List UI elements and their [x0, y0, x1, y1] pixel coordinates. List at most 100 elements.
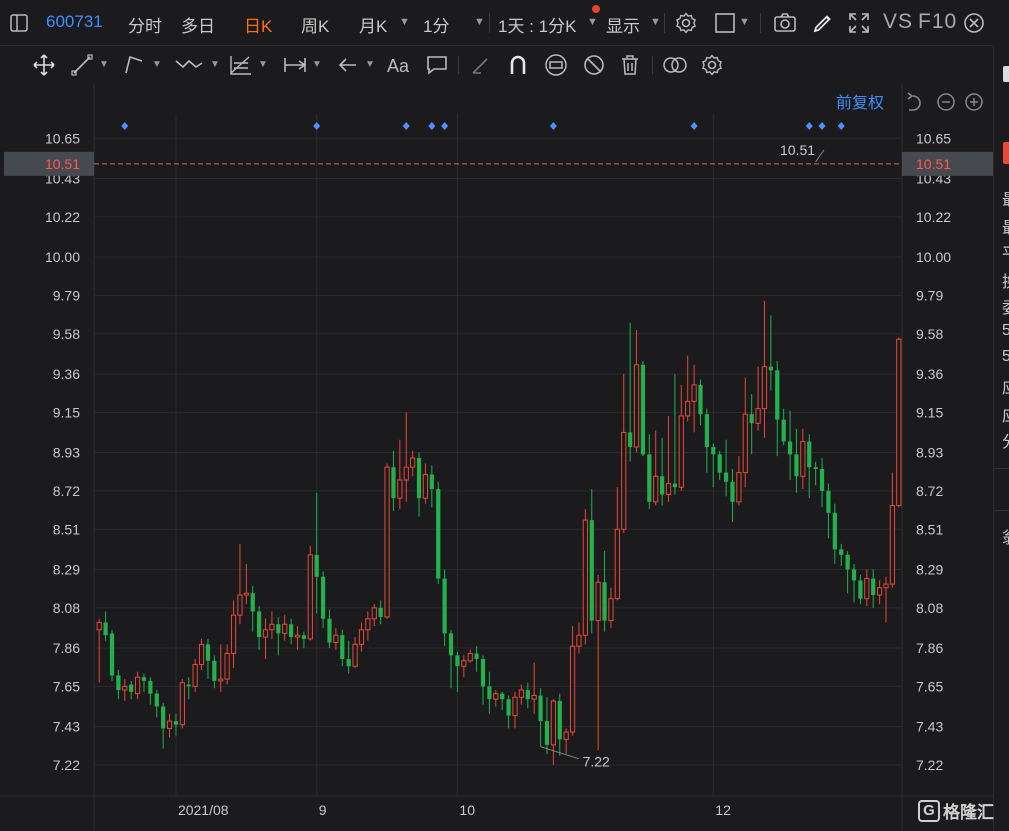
hide-drawings-icon[interactable] [582, 53, 606, 77]
panel-label: 5 [1002, 348, 1009, 365]
candle-body [864, 578, 870, 600]
y-tick-label: 9.15 [53, 404, 80, 420]
candle-body [653, 475, 659, 503]
candle-body [749, 414, 754, 424]
candle-body [685, 400, 691, 417]
candle-body [896, 338, 902, 507]
ray-tool-icon[interactable] [122, 53, 146, 77]
y-tick-label: 7.86 [53, 640, 80, 656]
candle-body [257, 611, 262, 638]
trash-icon[interactable] [618, 53, 642, 77]
eraser-tool-icon[interactable] [469, 53, 493, 77]
fibonacci-tool-icon[interactable] [228, 53, 254, 77]
candlestick-chart[interactable]: 10.6510.4310.2210.009.799.589.369.158.93… [0, 84, 993, 831]
lock-tool-icon[interactable] [543, 53, 569, 77]
chevron-down-icon[interactable]: ▼ [399, 16, 410, 28]
chevron-down-icon[interactable]: ▼ [739, 16, 750, 28]
chevron-down-icon[interactable]: ▼ [365, 59, 375, 83]
y-tick-label: 9.36 [916, 366, 943, 382]
tab-monthly-k[interactable]: 月K [359, 12, 387, 37]
candle-body [678, 415, 684, 488]
display-button[interactable]: 显示 [606, 12, 640, 37]
candle-body [544, 721, 550, 745]
chevron-down-icon[interactable]: ▼ [152, 59, 162, 83]
candle-body [672, 483, 678, 488]
chart-background [0, 84, 993, 831]
close-icon[interactable] [962, 11, 986, 35]
comment-tool-icon[interactable] [425, 53, 449, 77]
candle-body [775, 370, 780, 420]
period-select[interactable]: 1天 : 1分K [498, 12, 576, 37]
chevron-down-icon[interactable]: ▼ [99, 59, 109, 83]
candle-body [550, 700, 556, 746]
candle-body [378, 607, 383, 617]
candle-body [858, 580, 863, 599]
chevron-down-icon[interactable]: ▼ [258, 59, 268, 83]
svg-text:Aa: Aa [387, 56, 410, 76]
fullscreen-icon[interactable] [847, 11, 871, 35]
sidebar-toggle-icon[interactable] [8, 12, 30, 34]
candle-body [660, 476, 665, 495]
line-tool-icon[interactable] [70, 53, 94, 77]
f10-button[interactable]: F10 [918, 10, 957, 34]
candle-body [365, 618, 371, 631]
candle-body [218, 678, 224, 682]
y-tick-label: 9.79 [53, 287, 80, 303]
wave-tool-icon[interactable] [174, 53, 204, 77]
candle-body [230, 614, 237, 654]
overlay-icon[interactable] [661, 53, 689, 77]
y-tick-label: 8.51 [916, 521, 943, 537]
square-icon[interactable] [713, 11, 737, 35]
brand-watermark: G 格隆汇 [918, 798, 994, 824]
candle-body [557, 700, 562, 740]
candle-body [397, 479, 403, 499]
vs-button[interactable]: VS [883, 10, 913, 34]
candle-body [166, 720, 173, 729]
y-tick-label: 10.65 [45, 130, 80, 146]
candle-body [723, 472, 729, 482]
y-tick-label: 7.22 [53, 757, 80, 773]
text-tool-icon[interactable]: Aa [386, 53, 414, 77]
y-tick-label: 10.22 [45, 209, 80, 225]
crosshair-move-icon[interactable] [32, 53, 56, 77]
stock-code[interactable]: 600731 [46, 12, 103, 32]
tab-1min[interactable]: 1分 [423, 12, 449, 37]
candle-body [448, 633, 454, 656]
magnet-icon[interactable] [506, 53, 530, 77]
y-tick-label: 8.29 [53, 561, 80, 577]
candle-body [205, 644, 211, 661]
adjust-mode-label[interactable]: 前复权 [836, 94, 884, 112]
candle-body [832, 512, 837, 550]
y-tick-label: 8.08 [53, 600, 80, 616]
tab-intraday[interactable]: 分时 [128, 12, 162, 37]
gear-icon[interactable] [674, 11, 698, 35]
divider [458, 56, 459, 74]
camera-icon[interactable] [773, 11, 797, 35]
gear-icon[interactable] [700, 53, 724, 77]
y-tick-label: 8.93 [916, 445, 943, 461]
tab-daily-k[interactable]: 日K [244, 12, 272, 37]
candle-body [761, 366, 768, 410]
panel-tab[interactable] [1003, 66, 1009, 82]
tab-multi-day[interactable]: 多日 [181, 12, 215, 37]
chevron-down-icon[interactable]: ▼ [650, 16, 661, 28]
tab-weekly-k[interactable]: 周K [301, 12, 329, 37]
chevron-down-icon[interactable]: ▼ [587, 16, 598, 28]
panel-label: 5 [1002, 322, 1009, 339]
candle-body [845, 554, 850, 570]
right-info-panel: 最 最 平 换 委 5 5 应 应 分 翁 [993, 46, 1009, 831]
candle-body [391, 467, 396, 499]
chevron-down-icon[interactable]: ▼ [210, 59, 220, 83]
y-tick-label: 10.00 [45, 249, 80, 265]
candle-body [614, 528, 620, 600]
min-annotation-label: 7.22 [583, 754, 610, 770]
candle-body [96, 621, 102, 631]
pencil-icon[interactable] [811, 11, 835, 35]
candle-body [493, 693, 499, 700]
chevron-down-icon[interactable]: ▼ [474, 16, 485, 28]
candle-body [224, 652, 230, 680]
measure-tool-icon[interactable] [282, 53, 308, 77]
arrow-tool-icon[interactable] [336, 53, 360, 77]
chevron-down-icon[interactable]: ▼ [312, 59, 322, 83]
candle-body [500, 693, 505, 700]
